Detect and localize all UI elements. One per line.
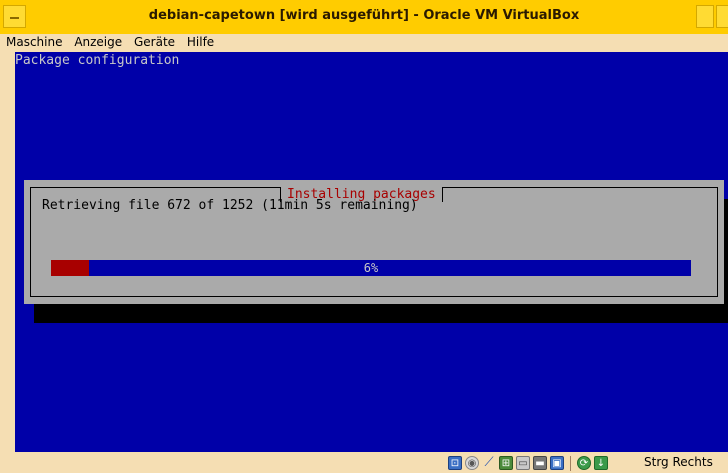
optical-drive-icon[interactable]: ◉ [465,456,479,470]
menu-bar: Maschine Anzeige Geräte Hilfe [0,34,728,52]
keyboard-capture-icon[interactable]: ↓ [594,456,608,470]
menu-geraete[interactable]: Geräte [130,34,179,49]
progress-bar: 6% [51,260,691,276]
hard-disk-icon[interactable]: ⊡ [448,456,462,470]
status-icons: ⊡ ◉ ⟋ ⊞ ▭ ▬ ▣ ⟳ ↓ [448,455,608,471]
title-bar[interactable]: debian-capetown [wird ausgeführt] - Orac… [0,0,728,35]
shared-folders-icon[interactable]: ▭ [516,456,530,470]
usb-icon[interactable]: ⟋ [482,456,496,470]
window-title: debian-capetown [wird ausgeführt] - Orac… [148,8,580,23]
status-bar: ⊡ ◉ ⟋ ⊞ ▭ ▬ ▣ ⟳ ↓ Strg Rechts [0,452,728,473]
virtualbox-window: debian-capetown [wird ausgeführt] - Orac… [0,0,728,473]
dialog-message: Retrieving file 672 of 1252 (11min 5s re… [42,198,418,213]
maximize-button[interactable] [716,5,728,28]
network-icon[interactable]: ⊞ [499,456,513,470]
menu-anzeige[interactable]: Anzeige [70,34,126,49]
status-separator [570,455,571,471]
video-capture-icon[interactable]: ▣ [550,456,564,470]
minimize-button[interactable] [696,5,714,28]
mouse-integration-icon[interactable]: ⟳ [577,456,591,470]
host-key-label: Strg Rechts [644,455,713,469]
progress-label: 6% [363,261,379,275]
screen-title: Package configuration [15,53,180,68]
menu-maschine[interactable]: Maschine [0,34,66,49]
menu-hilfe[interactable]: Hilfe [183,34,218,49]
display-icon[interactable]: ▬ [533,456,547,470]
install-dialog: Installing packages Retrieving file 672 … [24,180,724,304]
guest-screen[interactable]: Package configuration Installing package… [15,52,728,452]
